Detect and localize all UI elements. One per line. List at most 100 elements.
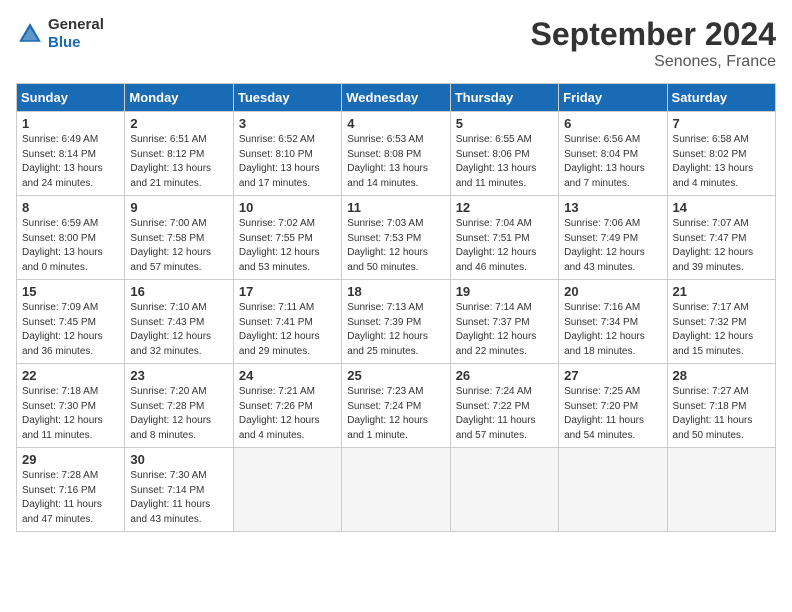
day-number: 28 bbox=[673, 368, 770, 383]
day-number: 10 bbox=[239, 200, 336, 215]
calendar-cell bbox=[667, 448, 775, 532]
calendar-cell: 27 Sunrise: 7:25 AMSunset: 7:20 PMDayligh… bbox=[559, 364, 667, 448]
calendar-cell: 10 Sunrise: 7:02 AMSunset: 7:55 PMDayligh… bbox=[233, 196, 341, 280]
day-number: 30 bbox=[130, 452, 227, 467]
calendar-cell: 2 Sunrise: 6:51 AMSunset: 8:12 PMDaylight… bbox=[125, 112, 233, 196]
location-title: Senones, France bbox=[531, 53, 776, 71]
calendar-table: SundayMondayTuesdayWednesdayThursdayFrid… bbox=[16, 83, 776, 532]
weekday-header-sunday: Sunday bbox=[17, 84, 125, 112]
calendar-cell: 19 Sunrise: 7:14 AMSunset: 7:37 PMDayligh… bbox=[450, 280, 558, 364]
day-number: 18 bbox=[347, 284, 444, 299]
day-info: Sunrise: 6:51 AMSunset: 8:12 PMDaylight:… bbox=[130, 133, 227, 191]
calendar-cell: 28 Sunrise: 7:27 AMSunset: 7:18 PMDayligh… bbox=[667, 364, 775, 448]
weekday-header-monday: Monday bbox=[125, 84, 233, 112]
calendar-cell: 9 Sunrise: 7:00 AMSunset: 7:58 PMDaylight… bbox=[125, 196, 233, 280]
day-info: Sunrise: 7:16 AMSunset: 7:34 PMDaylight:… bbox=[564, 301, 661, 359]
month-title: September 2024 bbox=[531, 16, 776, 53]
day-info: Sunrise: 7:20 AMSunset: 7:28 PMDaylight:… bbox=[130, 385, 227, 443]
day-number: 2 bbox=[130, 116, 227, 131]
calendar-cell: 14Sunrise: 7:07 AMSunset: 7:47 PMDayligh… bbox=[667, 196, 775, 280]
day-info: Sunrise: 7:04 AMSunset: 7:51 PMDaylight:… bbox=[456, 217, 553, 275]
day-number: 22 bbox=[22, 368, 119, 383]
day-number: 7 bbox=[673, 116, 770, 131]
calendar-cell: 26 Sunrise: 7:24 AMSunset: 7:22 PMDayligh… bbox=[450, 364, 558, 448]
day-info: Sunrise: 7:25 AMSunset: 7:20 PMDaylight:… bbox=[564, 385, 661, 443]
day-number: 15 bbox=[22, 284, 119, 299]
day-info: Sunrise: 7:00 AMSunset: 7:58 PMDaylight:… bbox=[130, 217, 227, 275]
logo-icon bbox=[16, 20, 44, 48]
day-info: Sunrise: 6:52 AMSunset: 8:10 PMDaylight:… bbox=[239, 133, 336, 191]
week-row-1: 1 Sunrise: 6:49 AMSunset: 8:14 PMDaylight… bbox=[17, 112, 776, 196]
day-number: 17 bbox=[239, 284, 336, 299]
calendar-cell: 5 Sunrise: 6:55 AMSunset: 8:06 PMDaylight… bbox=[450, 112, 558, 196]
day-number: 26 bbox=[456, 368, 553, 383]
day-info: Sunrise: 7:14 AMSunset: 7:37 PMDaylight:… bbox=[456, 301, 553, 359]
day-info: Sunrise: 7:24 AMSunset: 7:22 PMDaylight:… bbox=[456, 385, 553, 443]
title-area: September 2024 Senones, France bbox=[531, 16, 776, 71]
week-row-5: 29Sunrise: 7:28 AMSunset: 7:16 PMDayligh… bbox=[17, 448, 776, 532]
day-number: 14 bbox=[673, 200, 770, 215]
day-number: 19 bbox=[456, 284, 553, 299]
calendar-cell: 11Sunrise: 7:03 AMSunset: 7:53 PMDayligh… bbox=[342, 196, 450, 280]
day-number: 13 bbox=[564, 200, 661, 215]
calendar-cell: 7 Sunrise: 6:58 AMSunset: 8:02 PMDaylight… bbox=[667, 112, 775, 196]
day-number: 9 bbox=[130, 200, 227, 215]
weekday-header-thursday: Thursday bbox=[450, 84, 558, 112]
calendar-cell: 8Sunrise: 6:59 AMSunset: 8:00 PMDaylight… bbox=[17, 196, 125, 280]
day-info: Sunrise: 7:02 AMSunset: 7:55 PMDaylight:… bbox=[239, 217, 336, 275]
day-number: 27 bbox=[564, 368, 661, 383]
calendar-cell: 25Sunrise: 7:23 AMSunset: 7:24 PMDayligh… bbox=[342, 364, 450, 448]
day-info: Sunrise: 7:10 AMSunset: 7:43 PMDaylight:… bbox=[130, 301, 227, 359]
day-number: 24 bbox=[239, 368, 336, 383]
calendar-cell: 30 Sunrise: 7:30 AMSunset: 7:14 PMDayligh… bbox=[125, 448, 233, 532]
day-number: 12 bbox=[456, 200, 553, 215]
calendar-cell: 22 Sunrise: 7:18 AMSunset: 7:30 PMDayligh… bbox=[17, 364, 125, 448]
day-info: Sunrise: 7:21 AMSunset: 7:26 PMDaylight:… bbox=[239, 385, 336, 443]
day-number: 23 bbox=[130, 368, 227, 383]
day-number: 3 bbox=[239, 116, 336, 131]
weekday-header-tuesday: Tuesday bbox=[233, 84, 341, 112]
logo-text: General Blue bbox=[48, 16, 104, 52]
day-info: Sunrise: 7:30 AMSunset: 7:14 PMDaylight:… bbox=[130, 469, 227, 527]
logo: General Blue bbox=[16, 16, 104, 52]
day-number: 16 bbox=[130, 284, 227, 299]
week-row-4: 22 Sunrise: 7:18 AMSunset: 7:30 PMDayligh… bbox=[17, 364, 776, 448]
calendar-cell: 17Sunrise: 7:11 AMSunset: 7:41 PMDayligh… bbox=[233, 280, 341, 364]
calendar-cell: 16 Sunrise: 7:10 AMSunset: 7:43 PMDayligh… bbox=[125, 280, 233, 364]
day-info: Sunrise: 6:53 AMSunset: 8:08 PMDaylight:… bbox=[347, 133, 444, 191]
calendar-cell: 23 Sunrise: 7:20 AMSunset: 7:28 PMDayligh… bbox=[125, 364, 233, 448]
day-info: Sunrise: 7:03 AMSunset: 7:53 PMDaylight:… bbox=[347, 217, 444, 275]
weekday-header-row: SundayMondayTuesdayWednesdayThursdayFrid… bbox=[17, 84, 776, 112]
day-info: Sunrise: 7:13 AMSunset: 7:39 PMDaylight:… bbox=[347, 301, 444, 359]
calendar-cell: 18 Sunrise: 7:13 AMSunset: 7:39 PMDayligh… bbox=[342, 280, 450, 364]
day-info: Sunrise: 7:28 AMSunset: 7:16 PMDaylight:… bbox=[22, 469, 119, 527]
weekday-header-friday: Friday bbox=[559, 84, 667, 112]
day-info: Sunrise: 7:27 AMSunset: 7:18 PMDaylight:… bbox=[673, 385, 770, 443]
calendar-cell: 13 Sunrise: 7:06 AMSunset: 7:49 PMDayligh… bbox=[559, 196, 667, 280]
calendar-cell: 4 Sunrise: 6:53 AMSunset: 8:08 PMDaylight… bbox=[342, 112, 450, 196]
day-info: Sunrise: 7:18 AMSunset: 7:30 PMDaylight:… bbox=[22, 385, 119, 443]
day-number: 25 bbox=[347, 368, 444, 383]
day-number: 8 bbox=[22, 200, 119, 215]
day-info: Sunrise: 6:49 AMSunset: 8:14 PMDaylight:… bbox=[22, 133, 119, 191]
day-info: Sunrise: 6:56 AMSunset: 8:04 PMDaylight:… bbox=[564, 133, 661, 191]
day-info: Sunrise: 6:55 AMSunset: 8:06 PMDaylight:… bbox=[456, 133, 553, 191]
day-number: 6 bbox=[564, 116, 661, 131]
day-info: Sunrise: 7:17 AMSunset: 7:32 PMDaylight:… bbox=[673, 301, 770, 359]
day-number: 1 bbox=[22, 116, 119, 131]
day-number: 5 bbox=[456, 116, 553, 131]
weekday-header-wednesday: Wednesday bbox=[342, 84, 450, 112]
calendar-cell bbox=[450, 448, 558, 532]
calendar-cell: 20 Sunrise: 7:16 AMSunset: 7:34 PMDayligh… bbox=[559, 280, 667, 364]
calendar-cell: 6 Sunrise: 6:56 AMSunset: 8:04 PMDaylight… bbox=[559, 112, 667, 196]
day-number: 4 bbox=[347, 116, 444, 131]
day-info: Sunrise: 6:58 AMSunset: 8:02 PMDaylight:… bbox=[673, 133, 770, 191]
calendar-cell: 29Sunrise: 7:28 AMSunset: 7:16 PMDayligh… bbox=[17, 448, 125, 532]
calendar-cell: 24 Sunrise: 7:21 AMSunset: 7:26 PMDayligh… bbox=[233, 364, 341, 448]
day-info: Sunrise: 7:09 AMSunset: 7:45 PMDaylight:… bbox=[22, 301, 119, 359]
day-number: 20 bbox=[564, 284, 661, 299]
weekday-header-saturday: Saturday bbox=[667, 84, 775, 112]
day-info: Sunrise: 7:06 AMSunset: 7:49 PMDaylight:… bbox=[564, 217, 661, 275]
calendar-cell: 12 Sunrise: 7:04 AMSunset: 7:51 PMDayligh… bbox=[450, 196, 558, 280]
calendar-cell: 1 Sunrise: 6:49 AMSunset: 8:14 PMDaylight… bbox=[17, 112, 125, 196]
